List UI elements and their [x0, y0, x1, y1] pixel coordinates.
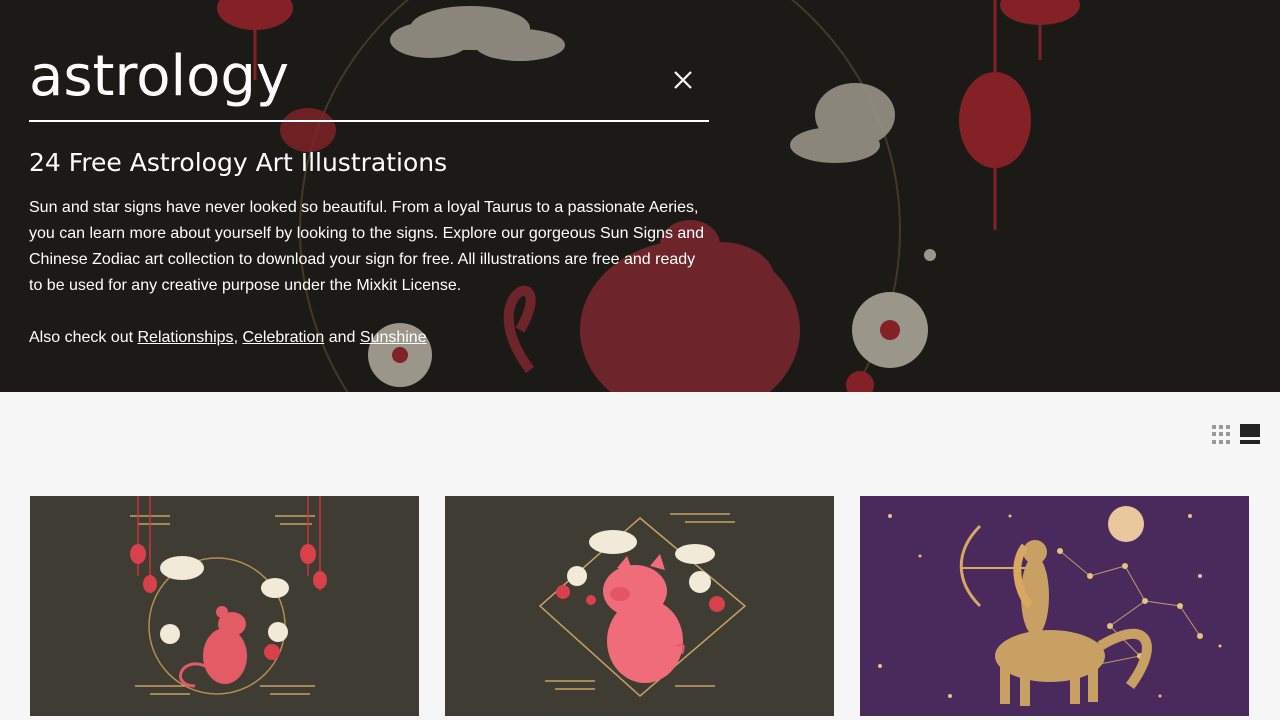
illustration-grid — [30, 496, 1249, 716]
link-relationships[interactable]: Relationships — [138, 329, 234, 346]
grid-view-icon[interactable] — [1212, 424, 1232, 444]
large-view-icon[interactable] — [1240, 424, 1260, 444]
link-sunshine[interactable]: Sunshine — [360, 329, 427, 346]
card-pig-illustration[interactable] — [445, 496, 834, 716]
card-rat-illustration[interactable] — [30, 496, 419, 716]
search-input[interactable] — [29, 38, 649, 114]
close-icon[interactable] — [669, 66, 697, 94]
link-celebration[interactable]: Celebration — [242, 329, 324, 346]
related-separator-and: and — [324, 329, 360, 346]
rat-illustration — [30, 496, 419, 716]
related-prefix: Also check out — [29, 329, 138, 346]
hero-banner: 24 Free Astrology Art Illustrations Sun … — [0, 0, 1280, 392]
sagittarius-illustration — [860, 496, 1249, 716]
search-bar — [29, 0, 709, 122]
hero-content: 24 Free Astrology Art Illustrations Sun … — [29, 0, 709, 351]
page-description: Sun and star signs have never looked so … — [29, 199, 705, 294]
page-title: 24 Free Astrology Art Illustrations — [29, 148, 448, 177]
card-sagittarius-illustration[interactable] — [860, 496, 1249, 716]
related-links: Also check out Relationships, Celebratio… — [29, 325, 709, 351]
view-toggle — [1212, 424, 1260, 444]
pig-illustration — [445, 496, 834, 716]
